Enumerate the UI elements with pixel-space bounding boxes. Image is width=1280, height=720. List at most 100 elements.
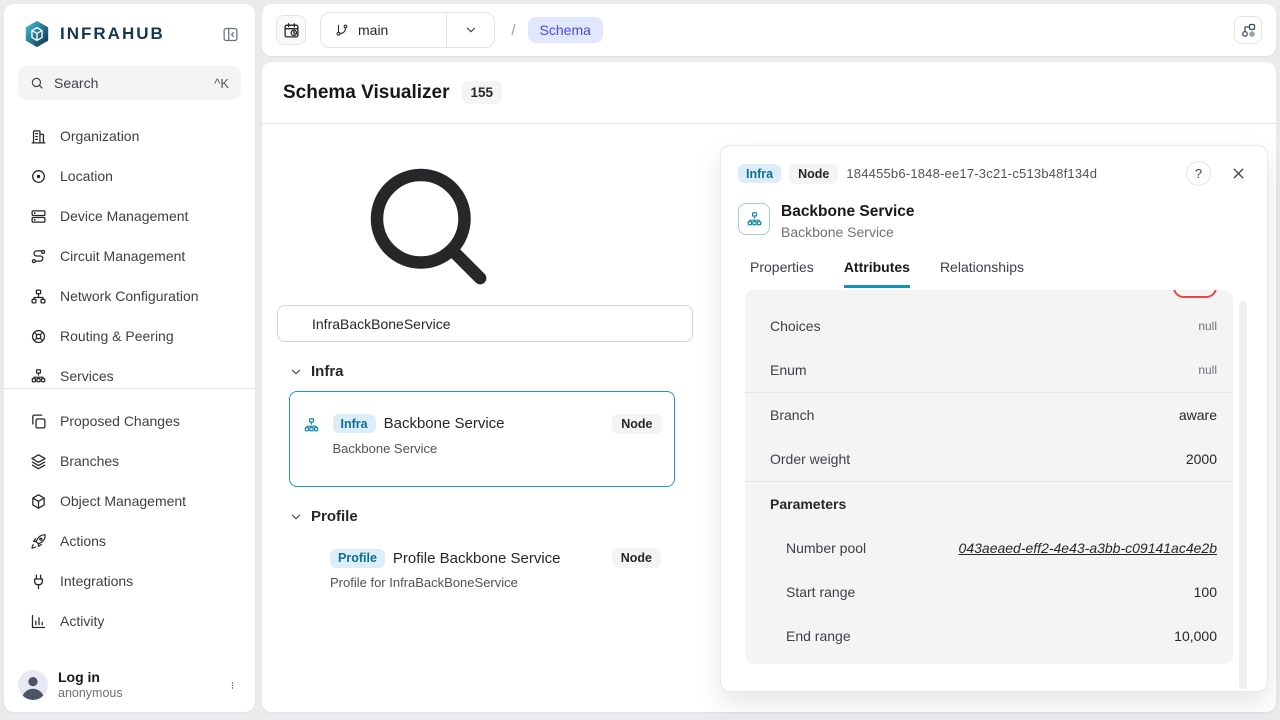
breadcrumb-schema[interactable]: Schema [528, 17, 603, 43]
node-title: Backbone Service [384, 415, 605, 432]
sidebar-item-integrations[interactable]: Integrations [4, 561, 255, 601]
node-kind-badge: Node [789, 164, 838, 184]
location-icon [30, 168, 47, 185]
tab-properties[interactable]: Properties [750, 259, 814, 288]
logo-row: INFRAHUB [4, 4, 255, 58]
sidebar-item-object-management[interactable]: Object Management [4, 481, 255, 521]
node-title: Profile Backbone Service [393, 550, 604, 567]
attribute-row-choices: Choices null [745, 304, 1233, 348]
close-icon [1230, 165, 1247, 182]
sidebar: INFRAHUB Search ^K Organization Location… [4, 4, 255, 712]
plug-icon [30, 573, 47, 590]
node-subtitle: Profile for InfraBackBoneService [330, 575, 661, 590]
panel-tabs: Properties Attributes Relationships [738, 259, 1247, 288]
git-branch-icon [335, 23, 349, 37]
schema-node-profile-backbone-service[interactable]: Profile Profile Backbone Service Node Pr… [289, 538, 675, 600]
branch-name: main [358, 22, 388, 38]
infrahub-logo-icon [22, 20, 52, 48]
schema-count-badge: 155 [462, 81, 503, 104]
tab-attributes[interactable]: Attributes [844, 259, 910, 288]
sidebar-item-label: Integrations [60, 573, 133, 589]
collapse-sidebar-icon[interactable] [222, 26, 239, 43]
sidebar-item-label: Actions [60, 533, 106, 549]
attribute-row-number-pool: Number pool 043aeaed-eff2-4e43-a3bb-c091… [745, 526, 1233, 570]
sidebar-item-network-configuration[interactable]: Network Configuration [4, 276, 255, 316]
logo-text: INFRAHUB [60, 24, 214, 44]
sidebar-item-label: Device Management [60, 208, 188, 224]
branch-dropdown-toggle[interactable] [446, 13, 494, 47]
namespace-badge: Infra [333, 414, 376, 433]
attribute-row-branch: Branch aware [745, 393, 1233, 437]
content-header: Schema Visualizer 155 [262, 62, 1276, 124]
network-icon [30, 288, 47, 305]
sidebar-item-label: Routing & Peering [60, 328, 174, 344]
route-icon [30, 248, 47, 265]
sidebar-item-label: Proposed Changes [60, 413, 180, 429]
sidebar-item-services[interactable]: Services [4, 356, 255, 388]
search-icon [277, 150, 577, 300]
node-kind-badge: Node [612, 548, 661, 568]
help-button[interactable]: ? [1186, 161, 1211, 186]
sidebar-item-label: Object Management [60, 493, 186, 509]
avatar [18, 670, 48, 700]
sidebar-item-circuit-management[interactable]: Circuit Management [4, 236, 255, 276]
sidebar-item-branches[interactable]: Branches [4, 441, 255, 481]
close-panel-button[interactable] [1230, 165, 1247, 182]
sidebar-item-device-management[interactable]: Device Management [4, 196, 255, 236]
username-label: anonymous [58, 686, 214, 702]
clipped-red-badge [1173, 290, 1217, 298]
sidebar-item-actions[interactable]: Actions [4, 521, 255, 561]
attribute-section-parameters: Parameters [745, 482, 1233, 526]
sidebar-item-activity[interactable]: Activity [4, 601, 255, 641]
sidebar-search[interactable]: Search ^K [18, 66, 241, 100]
time-travel-button[interactable] [276, 15, 306, 45]
sidebar-item-label: Services [60, 368, 114, 384]
panel-scrollbar[interactable] [1239, 301, 1247, 689]
login-label[interactable]: Log in [58, 669, 214, 687]
sidebar-item-location[interactable]: Location [4, 156, 255, 196]
sidebar-item-proposed-changes[interactable]: Proposed Changes [4, 401, 255, 441]
sitemap-icon [30, 368, 47, 385]
sidebar-nav-secondary: Proposed Changes Branches Object Managem… [4, 389, 255, 641]
node-kind-badge: Node [612, 414, 661, 434]
page-title: Schema Visualizer [283, 82, 450, 104]
schema-node-backbone-service[interactable]: Infra Backbone Service Node Backbone Ser… [289, 391, 675, 487]
panel-subtitle: Backbone Service [781, 224, 915, 240]
attribute-row-end-range: End range 10,000 [745, 614, 1233, 658]
number-pool-link[interactable]: 043aeaed-eff2-4e43-a3bb-c09141ac4e2b [959, 540, 1217, 556]
server-icon [30, 208, 47, 225]
group-name: Infra [311, 363, 344, 380]
top-bar: main / Schema [262, 4, 1276, 56]
calendar-clock-icon [283, 22, 300, 39]
breadcrumb-separator: / [511, 22, 515, 39]
workflow-icon [1240, 22, 1257, 39]
workflow-button[interactable] [1234, 16, 1262, 44]
copy-icon [30, 413, 47, 430]
sidebar-item-label: Location [60, 168, 113, 184]
search-icon [30, 76, 44, 90]
sidebar-search-label: Search [54, 75, 204, 91]
tab-relationships[interactable]: Relationships [940, 259, 1024, 288]
user-row[interactable]: Log in anonymous [18, 669, 241, 702]
sidebar-item-label: Circuit Management [60, 248, 185, 264]
sidebar-item-label: Network Configuration [60, 288, 199, 304]
sidebar-item-organization[interactable]: Organization [4, 116, 255, 156]
layers-icon [30, 453, 47, 470]
node-type-iconbox [738, 203, 770, 235]
chevron-down-icon [289, 510, 303, 524]
sidebar-item-label: Activity [60, 613, 104, 629]
namespace-badge: Profile [330, 549, 385, 568]
node-subtitle: Backbone Service [333, 441, 662, 456]
rocket-icon [30, 533, 47, 550]
hierarchy-icon [303, 417, 320, 434]
kebab-menu-icon[interactable] [224, 677, 241, 694]
sidebar-item-routing-peering[interactable]: Routing & Peering [4, 316, 255, 356]
sidebar-item-label: Branches [60, 453, 119, 469]
node-uuid: 184455b6-1848-ee17-3c21-c513b48f134d [846, 166, 1097, 181]
branch-selector[interactable]: main [320, 12, 495, 48]
chevron-down-icon [289, 365, 303, 379]
schema-search-input[interactable] [277, 305, 693, 342]
sidebar-item-label: Organization [60, 128, 139, 144]
search-shortcut: ^K [214, 76, 229, 91]
wheel-icon [30, 328, 47, 345]
